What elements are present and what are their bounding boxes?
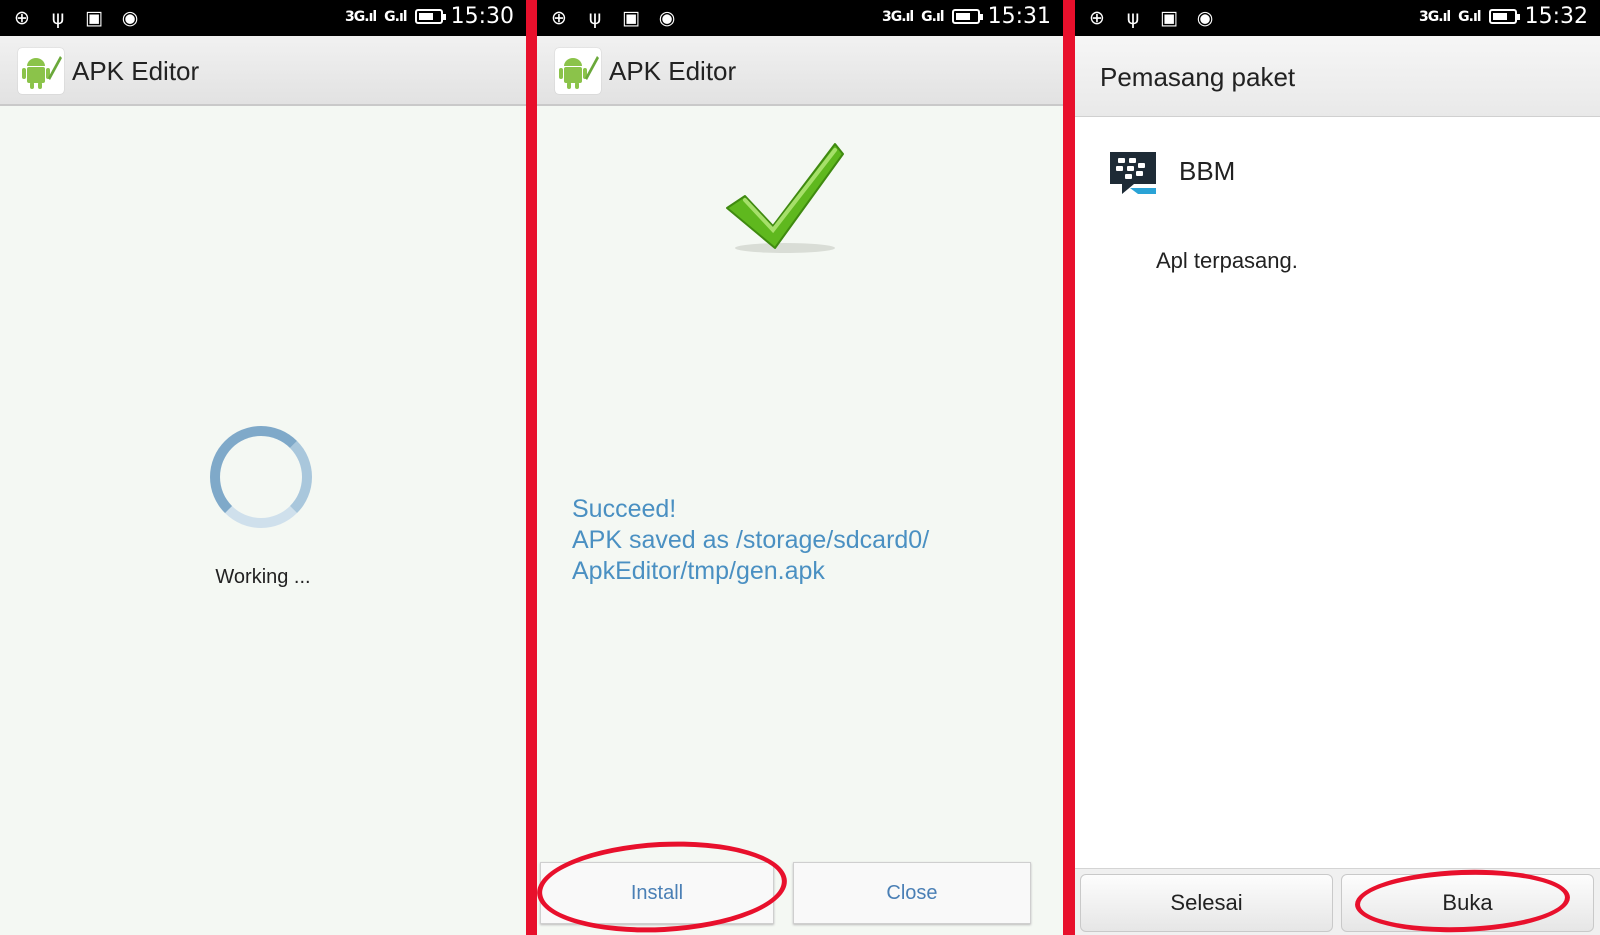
message-line: Succeed! bbox=[572, 495, 677, 523]
signal-3g: 3G.ıl bbox=[345, 8, 377, 25]
install-button[interactable]: Install bbox=[540, 862, 774, 924]
usb-debug-icon: ⊕ bbox=[1089, 7, 1105, 29]
install-status: Apl terpasang. bbox=[1156, 248, 1298, 273]
app-name: BBM bbox=[1179, 156, 1236, 186]
usb-debug-icon: ⊕ bbox=[14, 7, 30, 29]
message-line: APK saved as /storage/sdcard0/ bbox=[572, 526, 930, 554]
signal-g: G.ıl bbox=[384, 8, 407, 25]
usb-icon: ψ bbox=[51, 7, 65, 29]
installer-header: Pemasang paket bbox=[1075, 36, 1600, 117]
clock: 15:32 bbox=[1524, 4, 1588, 29]
bbm-icon bbox=[1110, 152, 1156, 194]
open-button[interactable]: Buka bbox=[1341, 874, 1594, 932]
clock: 15:30 bbox=[450, 4, 514, 29]
signal-g: G.ıl bbox=[1458, 8, 1481, 25]
close-button[interactable]: Close bbox=[793, 862, 1031, 924]
message-line: ApkEditor/tmp/gen.apk bbox=[572, 557, 825, 585]
status-bar: ⊕ ψ ▣ ◉ 3G.ıl G.ıl 15:30 bbox=[0, 0, 526, 36]
battery-icon bbox=[414, 9, 446, 24]
done-button[interactable]: Selesai bbox=[1080, 874, 1333, 932]
usb-debug-icon: ⊕ bbox=[551, 7, 567, 29]
signal-g: G.ıl bbox=[921, 8, 944, 25]
signal-3g: 3G.ıl bbox=[1419, 8, 1451, 25]
clock: 15:31 bbox=[987, 4, 1051, 29]
progress-text: Working ... bbox=[215, 566, 311, 588]
shield-app-icon: ◉ bbox=[121, 7, 139, 29]
app-android-icon bbox=[18, 48, 64, 94]
gallery-icon: ▣ bbox=[622, 7, 640, 29]
shield-app-icon: ◉ bbox=[1196, 7, 1214, 29]
screen-package-installer: ⊕ ψ ▣ ◉ 3G.ıl G.ıl 15:32 Pemasang paket … bbox=[1075, 0, 1600, 935]
installer-title: Pemasang paket bbox=[1100, 62, 1296, 92]
status-bar: ⊕ ψ ▣ ◉ 3G.ıl G.ıl 15:31 bbox=[537, 0, 1063, 36]
usb-icon: ψ bbox=[1126, 7, 1140, 29]
gallery-icon: ▣ bbox=[85, 7, 103, 29]
signal-3g: 3G.ıl bbox=[882, 8, 914, 25]
screen-working: ⊕ ψ ▣ ◉ 3G.ıl G.ıl 15:30 APK Editor Work… bbox=[0, 0, 526, 935]
checkmark-icon bbox=[726, 143, 844, 253]
action-bar: APK Editor bbox=[0, 36, 526, 106]
action-bar: APK Editor bbox=[537, 36, 1063, 106]
gallery-icon: ▣ bbox=[1160, 7, 1178, 29]
status-bar: ⊕ ψ ▣ ◉ 3G.ıl G.ıl 15:32 bbox=[1075, 0, 1600, 36]
screen-success: ⊕ ψ ▣ ◉ 3G.ıl G.ıl 15:31 APK Editor Succ… bbox=[537, 0, 1063, 935]
app-android-icon bbox=[555, 48, 601, 94]
loading-spinner bbox=[210, 426, 312, 528]
battery-icon bbox=[1488, 9, 1520, 24]
usb-icon: ψ bbox=[588, 7, 602, 29]
app-title: APK Editor bbox=[609, 56, 737, 86]
result-message: Succeed! APK saved as /storage/sdcard0/ … bbox=[572, 494, 929, 587]
app-title: APK Editor bbox=[72, 56, 200, 86]
battery-icon bbox=[951, 9, 983, 24]
shield-app-icon: ◉ bbox=[658, 7, 676, 29]
